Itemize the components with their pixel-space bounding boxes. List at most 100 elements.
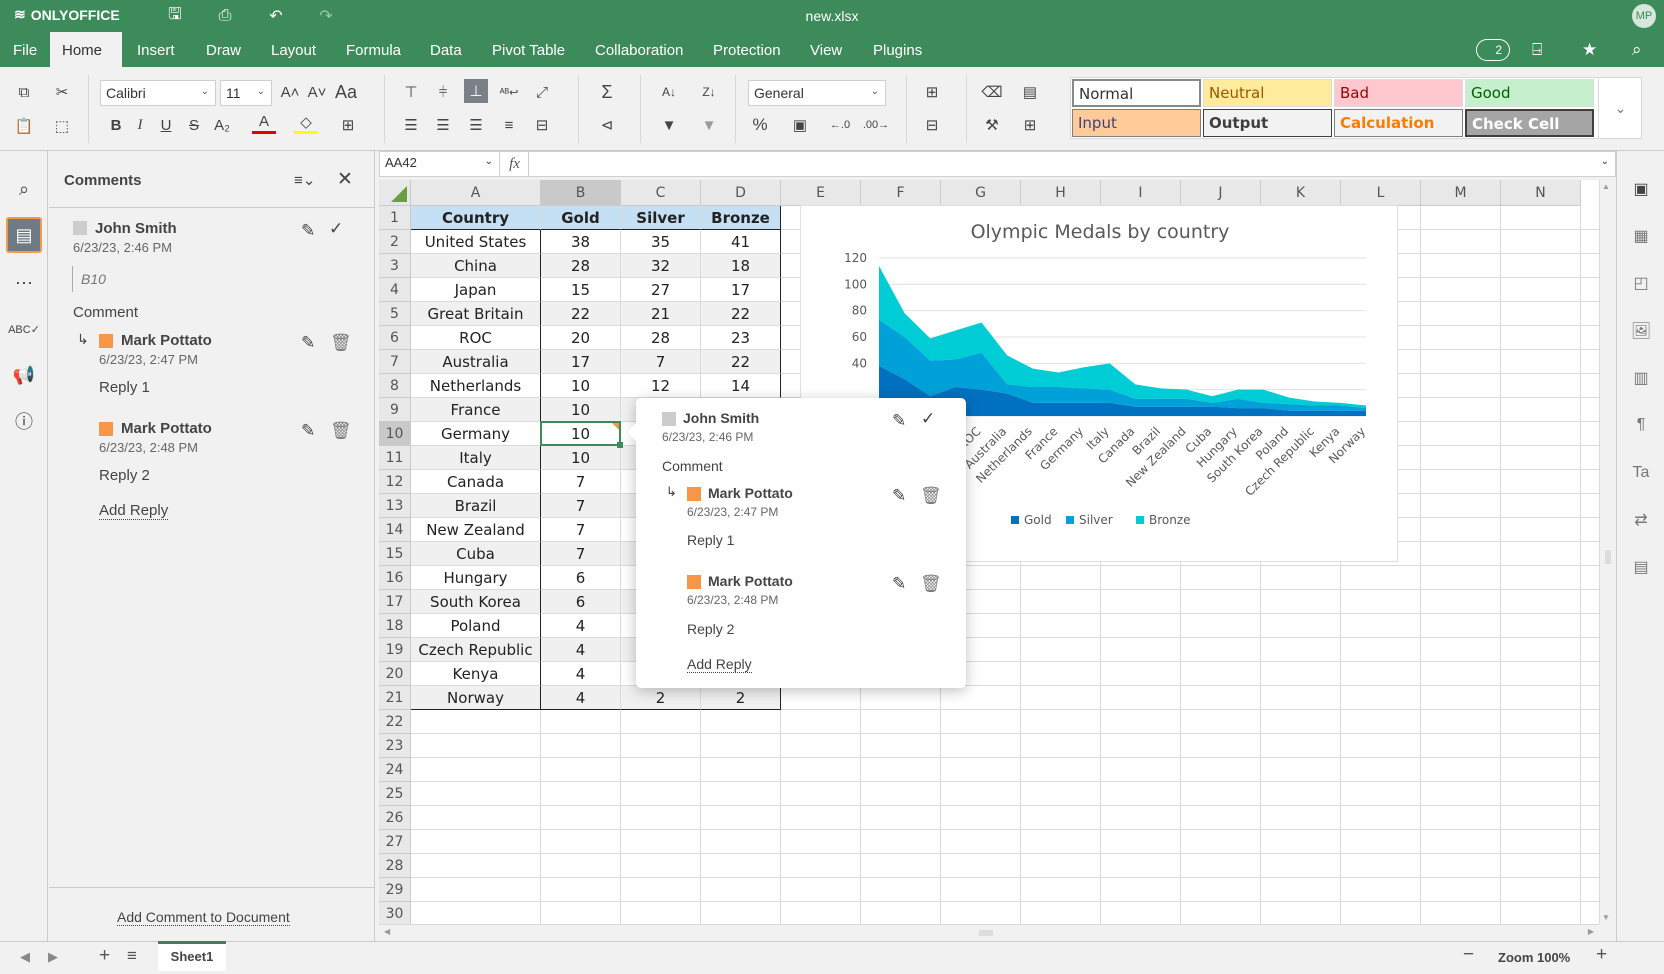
zoom-in-icon[interactable]: + [1596, 944, 1607, 966]
select-all-icon[interactable]: ⬚ [50, 115, 74, 137]
paste-icon[interactable]: 📋 [12, 115, 36, 137]
clear-filter-icon[interactable]: ▼ [697, 114, 721, 136]
edit-icon[interactable]: ✎ [301, 333, 315, 353]
align-bottom-icon[interactable]: ⊥ [464, 79, 488, 103]
table-cell[interactable]: 4 [541, 614, 621, 638]
delete-icon[interactable]: 🗑 [920, 574, 942, 594]
table-settings-icon[interactable]: ▦ [1629, 224, 1653, 248]
row-header-2[interactable]: 2 [379, 230, 411, 254]
align-middle-icon[interactable]: ⫩ [431, 81, 455, 103]
autosum-icon[interactable]: Σ [595, 81, 619, 103]
selected-cell[interactable] [540, 421, 623, 448]
table-cell[interactable]: 17 [701, 278, 781, 302]
scroll-up-icon[interactable]: ▲ [1602, 182, 1610, 191]
italic-icon[interactable]: I [128, 114, 152, 136]
scroll-thumb[interactable] [1605, 550, 1611, 564]
subscript-icon[interactable]: A₂ [210, 114, 234, 136]
info-icon[interactable]: ⓘ [6, 403, 42, 439]
table-cell[interactable]: Germany [411, 422, 541, 446]
table-cell[interactable]: 10 [541, 374, 621, 398]
table-cell[interactable]: 35 [621, 230, 701, 254]
format-painter-icon[interactable]: ⚒ [980, 114, 1004, 136]
row-header-7[interactable]: 7 [379, 350, 411, 374]
table-cell[interactable]: 18 [701, 254, 781, 278]
table-cell[interactable]: 7 [541, 542, 621, 566]
number-format-select[interactable]: General ⌄ [748, 80, 886, 106]
delete-cells-icon[interactable]: ⊟ [920, 114, 944, 136]
favorite-star-icon[interactable]: ★ [1582, 40, 1597, 60]
row-header-29[interactable]: 29 [379, 878, 411, 902]
decrease-decimal-icon[interactable]: ←.0 [828, 114, 852, 136]
table-cell[interactable]: 23 [701, 326, 781, 350]
column-header-b[interactable]: B [541, 180, 621, 206]
table-cell[interactable]: 22 [701, 350, 781, 374]
close-icon[interactable]: ✕ [337, 168, 353, 191]
row-header-12[interactable]: 12 [379, 470, 411, 494]
table-cell[interactable]: 38 [541, 230, 621, 254]
edit-icon[interactable]: ✎ [892, 574, 906, 594]
row-header-22[interactable]: 22 [379, 710, 411, 734]
tab-formula[interactable]: Formula [334, 32, 413, 67]
table-cell[interactable]: 4 [541, 662, 621, 686]
clear-icon[interactable]: ⌫ [980, 81, 1004, 103]
column-header-l[interactable]: L [1341, 180, 1421, 206]
column-header-n[interactable]: N [1501, 180, 1581, 206]
sheet-tab-sheet1[interactable]: Sheet1 [158, 941, 226, 971]
scroll-right-icon[interactable]: ▶ [1588, 927, 1594, 936]
insert-function-button[interactable]: fx [501, 152, 529, 176]
shape-settings-icon[interactable]: ◰ [1629, 271, 1653, 295]
table-cell[interactable]: 12 [621, 374, 701, 398]
text-art-settings-icon[interactable]: Ta [1629, 461, 1653, 485]
column-header-g[interactable]: G [941, 180, 1021, 206]
table-cell[interactable]: 22 [701, 302, 781, 326]
row-header-25[interactable]: 25 [379, 782, 411, 806]
zoom-out-icon[interactable]: − [1463, 944, 1474, 966]
bold-icon[interactable]: B [104, 114, 128, 136]
align-left-icon[interactable]: ☰ [399, 114, 423, 136]
tab-file[interactable]: File [1, 32, 49, 67]
image-settings-icon[interactable]: 🖼 [1629, 319, 1653, 343]
sort-ascending-icon[interactable]: A↓ [657, 81, 681, 103]
row-header-17[interactable]: 17 [379, 590, 411, 614]
table-cell[interactable]: China [411, 254, 541, 278]
style-neutral[interactable]: Neutral [1203, 79, 1332, 107]
slicer-settings-icon[interactable]: ▤ [1629, 555, 1653, 579]
fill-handle[interactable] [617, 442, 623, 448]
table-cell[interactable]: Brazil [411, 494, 541, 518]
strikethrough-icon[interactable]: S [182, 114, 206, 136]
table-cell[interactable]: 7 [541, 518, 621, 542]
tab-draw[interactable]: Draw [194, 32, 253, 67]
edit-icon[interactable]: ✎ [892, 411, 906, 431]
formula-input[interactable] [530, 152, 1595, 176]
column-header-k[interactable]: K [1261, 180, 1341, 206]
wrap-text-icon[interactable]: ᴬᴮ↩ [497, 81, 521, 103]
column-header-e[interactable]: E [781, 180, 861, 206]
table-header-cell[interactable]: Gold [541, 206, 621, 230]
row-header-11[interactable]: 11 [379, 446, 411, 470]
table-cell[interactable]: 28 [621, 326, 701, 350]
tab-data[interactable]: Data [418, 32, 474, 67]
style-normal[interactable]: Normal [1072, 79, 1201, 107]
add-comment-to-document-link[interactable]: Add Comment to Document [117, 909, 290, 926]
edit-icon[interactable]: ✎ [301, 221, 315, 241]
conditional-format-icon[interactable]: ▤ [1018, 81, 1042, 103]
justify-icon[interactable]: ≡ [497, 114, 521, 136]
underline-icon[interactable]: U [154, 114, 178, 136]
table-cell[interactable]: 7 [621, 350, 701, 374]
table-cell[interactable]: 7 [541, 470, 621, 494]
resolve-check-icon[interactable]: ✓ [329, 219, 343, 239]
fill-color-icon[interactable]: ◇ [294, 112, 318, 134]
table-cell[interactable]: 10 [541, 398, 621, 422]
table-cell[interactable]: 10 [541, 446, 621, 470]
table-cell[interactable]: 22 [541, 302, 621, 326]
pivot-settings-icon[interactable]: ⇄ [1629, 508, 1653, 532]
table-cell[interactable]: South Korea [411, 590, 541, 614]
tab-plugins[interactable]: Plugins [861, 32, 934, 67]
style-check-cell[interactable]: Check Cell [1465, 109, 1594, 137]
column-header-j[interactable]: J [1181, 180, 1261, 206]
table-cell[interactable]: 14 [701, 374, 781, 398]
row-header-20[interactable]: 20 [379, 662, 411, 686]
font-name-select[interactable]: Calibri ⌄ [100, 80, 216, 106]
add-reply-link[interactable]: Add Reply [99, 502, 169, 520]
row-header-26[interactable]: 26 [379, 806, 411, 830]
